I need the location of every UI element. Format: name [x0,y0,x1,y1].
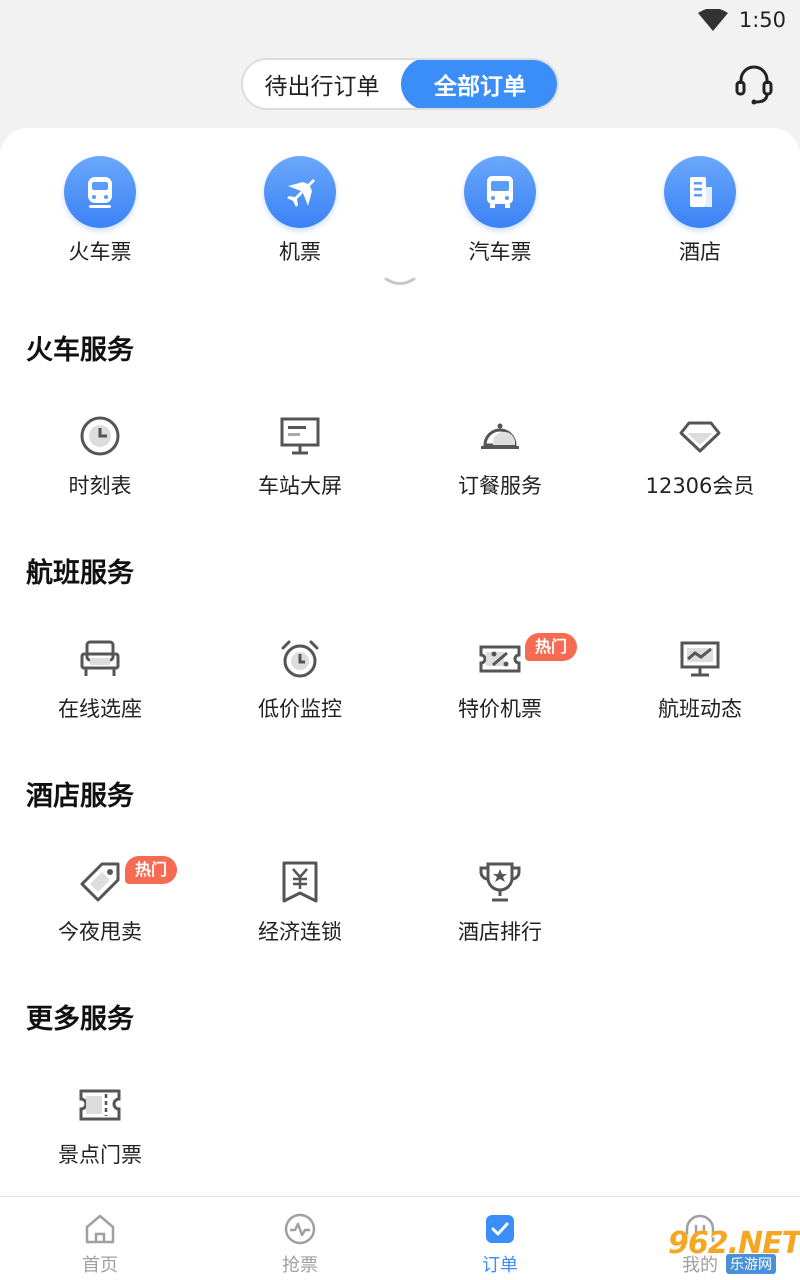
category-label: 机票 [279,240,321,264]
tab-label: 订单 [482,1255,518,1276]
service-meal[interactable]: 订餐服务 [400,414,600,514]
service-attraction-tickets[interactable]: 景点门票 [0,1083,200,1183]
order-filter-segment: 待出行订单 全部订单 [241,58,559,110]
section-title-more: 更多服务 [26,1004,134,1035]
headset-icon[interactable] [734,62,774,106]
category-hotel[interactable]: 酒店 [600,156,800,266]
trophy-icon [478,860,522,904]
tag-icon [78,860,122,904]
service-label: 订餐服务 [458,474,542,498]
monitor-chart-icon [678,637,722,681]
service-label: 景点门票 [58,1143,142,1167]
category-train[interactable]: 火车票 [0,156,200,266]
category-flight[interactable]: 机票 [200,156,400,266]
tab-label: 首页 [82,1255,118,1276]
status-time: 1:50 [738,8,786,32]
yen-bookmark-icon [278,860,322,904]
service-label: 今夜甩卖 [58,920,142,944]
bus-icon [464,156,536,228]
service-station-screen[interactable]: 车站大屏 [200,414,400,514]
train-icon [64,156,136,228]
category-label: 酒店 [679,240,721,264]
category-label: 火车票 [68,240,132,264]
service-seat-selection[interactable]: 在线选座 [0,637,200,737]
home-icon [82,1211,118,1247]
plane-icon [264,156,336,228]
discount-ticket-icon [478,637,522,681]
order-icon [482,1211,518,1247]
service-label: 经济连锁 [258,920,342,944]
service-discount-flights[interactable]: 特价机票 热门 [400,633,600,737]
tab-home[interactable]: 首页 [0,1197,200,1280]
chevron-down-icon[interactable] [384,276,416,290]
status-bar: 1:50 [0,0,800,40]
tab-orders[interactable]: 订单 [400,1197,600,1280]
service-hotel-ranking[interactable]: 酒店排行 [400,860,600,960]
clock-icon [78,414,122,458]
service-budget-chain[interactable]: 经济连锁 [200,860,400,960]
train-services-row: 时刻表 车站大屏 订餐服务 12306会员 [0,414,800,514]
service-label: 在线选座 [58,697,142,721]
screen-icon [278,414,322,458]
service-membership[interactable]: 12306会员 [600,414,800,514]
watermark-logo: 962.NET 乐游网 [662,1226,800,1276]
service-timetable[interactable]: 时刻表 [0,414,200,514]
services-card: 火车票 机票 汽车票 酒店 火车服务 时刻表 车站大屏 订餐服务 12306会员… [0,128,800,1196]
service-label: 酒店排行 [458,920,542,944]
segment-pending-orders[interactable]: 待出行订单 [243,60,401,108]
ticket-icon [78,1083,122,1127]
category-label: 汽车票 [468,240,532,264]
service-price-monitor[interactable]: 低价监控 [200,637,400,737]
hot-badge: 热门 [525,633,578,661]
flight-services-row: 在线选座 低价监控 特价机票 热门 航班动态 [0,633,800,737]
top-bar: 待出行订单 全部订单 [0,40,800,128]
category-bus[interactable]: 汽车票 [400,156,600,266]
hotel-icon [664,156,736,228]
tab-grab-tickets[interactable]: 抢票 [200,1197,400,1280]
wifi-icon [698,9,728,31]
tab-label: 抢票 [282,1255,318,1276]
pulse-icon [282,1211,318,1247]
service-label: 时刻表 [68,474,132,498]
seat-icon [78,637,122,681]
food-cloche-icon [478,414,522,458]
section-title-flight: 航班服务 [26,558,134,589]
service-label: 低价监控 [258,697,342,721]
category-row: 火车票 机票 汽车票 酒店 [0,156,800,266]
service-label: 特价机票 [458,697,542,721]
hotel-services-row: 今夜甩卖 热门 经济连锁 酒店排行 [0,856,800,960]
alarm-clock-icon [278,637,322,681]
section-title-train: 火车服务 [26,335,134,366]
watermark-subtext: 乐游网 [726,1254,776,1274]
service-label: 航班动态 [658,697,742,721]
service-label: 车站大屏 [258,474,342,498]
more-services-row: 景点门票 [0,1083,800,1183]
segment-all-orders[interactable]: 全部订单 [401,60,557,108]
hot-badge: 热门 [125,856,178,884]
service-tonight-sale[interactable]: 今夜甩卖 热门 [0,856,200,960]
section-title-hotel: 酒店服务 [26,781,134,812]
service-flight-status[interactable]: 航班动态 [600,637,800,737]
service-label: 12306会员 [645,474,755,498]
diamond-icon [678,414,722,458]
